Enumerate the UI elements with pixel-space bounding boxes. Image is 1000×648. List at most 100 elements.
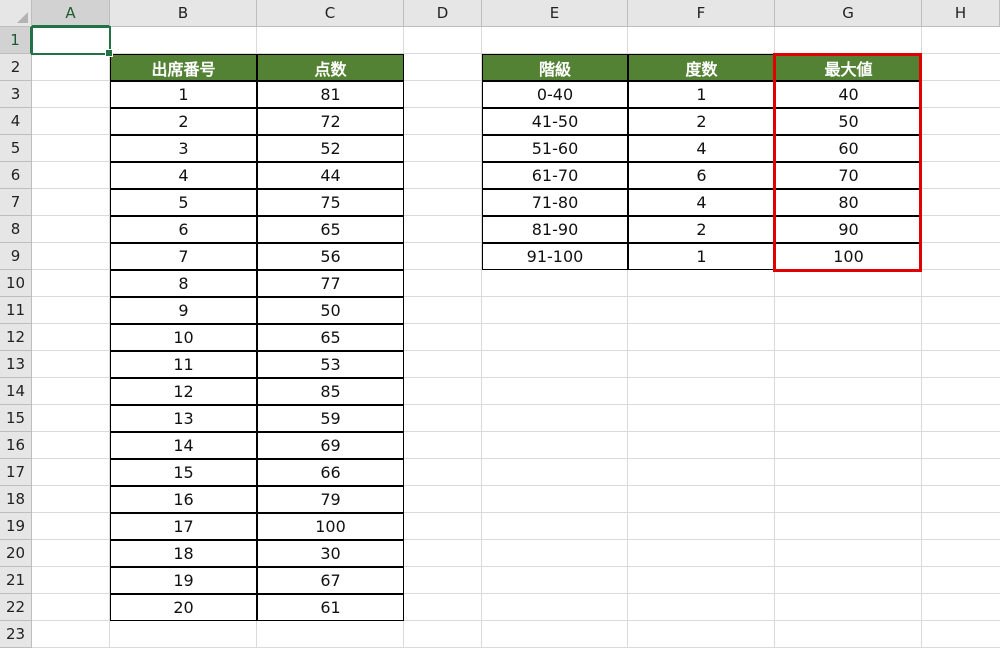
- attendance-number-cell[interactable]: 10: [110, 324, 257, 351]
- row-header-18[interactable]: 18: [0, 486, 32, 513]
- row-header-1[interactable]: 1: [0, 27, 32, 54]
- attendance-number-cell[interactable]: 1: [110, 81, 257, 108]
- max-value-cell[interactable]: 60: [775, 135, 922, 162]
- attendance-number-cell[interactable]: 3: [110, 135, 257, 162]
- class-range-cell[interactable]: 0-40: [482, 81, 628, 108]
- score-cell[interactable]: 77: [257, 270, 404, 297]
- column-header-a[interactable]: A: [32, 0, 110, 27]
- class-range-cell[interactable]: 71-80: [482, 189, 628, 216]
- attendance-number-cell[interactable]: 15: [110, 459, 257, 486]
- row-header-11[interactable]: 11: [0, 297, 32, 324]
- frequency-cell[interactable]: 4: [628, 189, 775, 216]
- column-header-b[interactable]: B: [110, 0, 257, 27]
- score-cell[interactable]: 75: [257, 189, 404, 216]
- score-cell[interactable]: 69: [257, 432, 404, 459]
- row-header-10[interactable]: 10: [0, 270, 32, 297]
- frequency-cell[interactable]: 2: [628, 108, 775, 135]
- score-cell[interactable]: 56: [257, 243, 404, 270]
- scores-header-cell[interactable]: 出席番号: [110, 54, 257, 81]
- row-header-9[interactable]: 9: [0, 243, 32, 270]
- score-cell[interactable]: 52: [257, 135, 404, 162]
- frequency-cell[interactable]: 1: [628, 243, 775, 270]
- row-header-7[interactable]: 7: [0, 189, 32, 216]
- column-header-d[interactable]: D: [404, 0, 482, 27]
- attendance-number-cell[interactable]: 17: [110, 513, 257, 540]
- frequency-cell[interactable]: 4: [628, 135, 775, 162]
- attendance-number-cell[interactable]: 8: [110, 270, 257, 297]
- row-header-8[interactable]: 8: [0, 216, 32, 243]
- frequency-header-cell[interactable]: 度数: [628, 54, 775, 81]
- attendance-number-cell[interactable]: 14: [110, 432, 257, 459]
- row-header-17[interactable]: 17: [0, 459, 32, 486]
- row-header-21[interactable]: 21: [0, 567, 32, 594]
- score-cell[interactable]: 53: [257, 351, 404, 378]
- row-header-15[interactable]: 15: [0, 405, 32, 432]
- score-cell[interactable]: 50: [257, 297, 404, 324]
- scores-header-cell[interactable]: 点数: [257, 54, 404, 81]
- row-header-22[interactable]: 22: [0, 594, 32, 621]
- select-all-corner[interactable]: [0, 0, 32, 27]
- max-value-cell[interactable]: 90: [775, 216, 922, 243]
- score-cell[interactable]: 72: [257, 108, 404, 135]
- max-value-cell[interactable]: 80: [775, 189, 922, 216]
- class-range-cell[interactable]: 41-50: [482, 108, 628, 135]
- attendance-number-cell[interactable]: 12: [110, 378, 257, 405]
- row-header-13[interactable]: 13: [0, 351, 32, 378]
- attendance-number-cell[interactable]: 2: [110, 108, 257, 135]
- score-cell[interactable]: 67: [257, 567, 404, 594]
- column-header-g[interactable]: G: [775, 0, 922, 27]
- frequency-cell[interactable]: 1: [628, 81, 775, 108]
- score-cell[interactable]: 44: [257, 162, 404, 189]
- class-range-cell[interactable]: 91-100: [482, 243, 628, 270]
- score-cell[interactable]: 79: [257, 486, 404, 513]
- attendance-number-cell[interactable]: 20: [110, 594, 257, 621]
- class-range-cell[interactable]: 51-60: [482, 135, 628, 162]
- score-cell[interactable]: 59: [257, 405, 404, 432]
- attendance-number-cell[interactable]: 7: [110, 243, 257, 270]
- row-header-4[interactable]: 4: [0, 108, 32, 135]
- column-header-h[interactable]: H: [922, 0, 1000, 27]
- row-header-14[interactable]: 14: [0, 378, 32, 405]
- row-header-12[interactable]: 12: [0, 324, 32, 351]
- frequency-header-cell[interactable]: 最大値: [775, 54, 922, 81]
- attendance-number-cell[interactable]: 9: [110, 297, 257, 324]
- score-cell[interactable]: 85: [257, 378, 404, 405]
- column-header-e[interactable]: E: [482, 0, 628, 27]
- fill-handle[interactable]: [105, 49, 113, 57]
- row-header-16[interactable]: 16: [0, 432, 32, 459]
- score-cell[interactable]: 61: [257, 594, 404, 621]
- frequency-cell[interactable]: 2: [628, 216, 775, 243]
- score-cell[interactable]: 65: [257, 216, 404, 243]
- score-cell[interactable]: 30: [257, 540, 404, 567]
- score-cell[interactable]: 100: [257, 513, 404, 540]
- attendance-number-cell[interactable]: 13: [110, 405, 257, 432]
- row-header-19[interactable]: 19: [0, 513, 32, 540]
- attendance-number-cell[interactable]: 18: [110, 540, 257, 567]
- row-header-5[interactable]: 5: [0, 135, 32, 162]
- row-header-3[interactable]: 3: [0, 81, 32, 108]
- attendance-number-cell[interactable]: 11: [110, 351, 257, 378]
- row-header-20[interactable]: 20: [0, 540, 32, 567]
- attendance-number-cell[interactable]: 16: [110, 486, 257, 513]
- attendance-number-cell[interactable]: 6: [110, 216, 257, 243]
- row-header-2[interactable]: 2: [0, 54, 32, 81]
- max-value-cell[interactable]: 100: [775, 243, 922, 270]
- max-value-cell[interactable]: 70: [775, 162, 922, 189]
- class-range-cell[interactable]: 81-90: [482, 216, 628, 243]
- spreadsheet-grid[interactable]: A B C D E F G H 1 2 3 4 5 6 7 8 9 10 11 12 13 14 15 16 17 18 19 20 2…: [0, 0, 1000, 648]
- row-header-23[interactable]: 23: [0, 621, 32, 648]
- frequency-cell[interactable]: 6: [628, 162, 775, 189]
- score-cell[interactable]: 65: [257, 324, 404, 351]
- attendance-number-cell[interactable]: 4: [110, 162, 257, 189]
- attendance-number-cell[interactable]: 19: [110, 567, 257, 594]
- row-header-6[interactable]: 6: [0, 162, 32, 189]
- class-range-cell[interactable]: 61-70: [482, 162, 628, 189]
- column-header-f[interactable]: F: [628, 0, 775, 27]
- column-header-c[interactable]: C: [257, 0, 404, 27]
- frequency-header-cell[interactable]: 階級: [482, 54, 628, 81]
- active-cell-selection[interactable]: [31, 26, 113, 57]
- attendance-number-cell[interactable]: 5: [110, 189, 257, 216]
- max-value-cell[interactable]: 40: [775, 81, 922, 108]
- max-value-cell[interactable]: 50: [775, 108, 922, 135]
- score-cell[interactable]: 81: [257, 81, 404, 108]
